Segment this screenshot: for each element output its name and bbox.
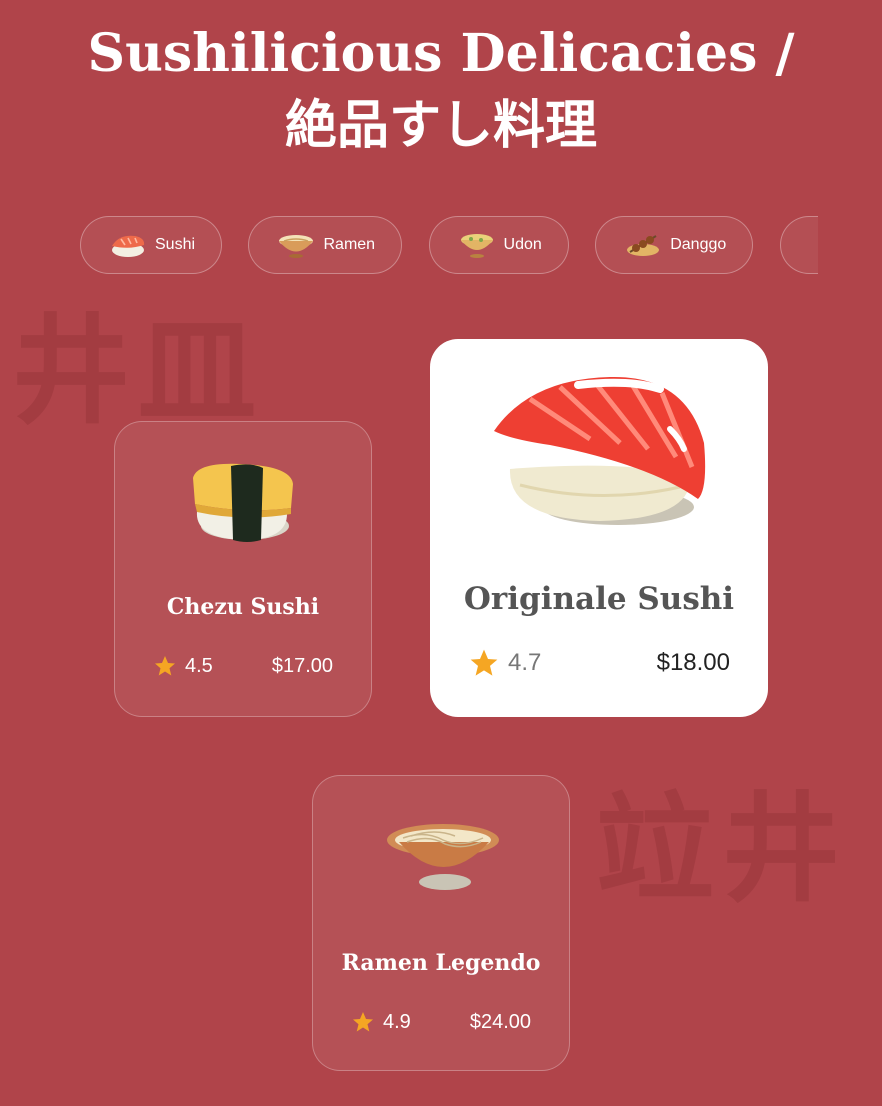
rating-value: 4.7 — [508, 649, 542, 676]
category-chip-label: Ramen — [323, 236, 376, 253]
menu-card-chezu-sushi[interactable]: Chezu Sushi 4.5 $17.00 — [114, 421, 372, 717]
item-meta-row: 4.5 $17.00 — [115, 654, 371, 678]
tamago-sushi-icon — [193, 463, 293, 542]
rating-value: 4.9 — [383, 1010, 411, 1033]
item-name: Originale Sushi — [463, 581, 735, 617]
star-icon — [353, 1012, 373, 1032]
ramen-bowl-icon — [279, 235, 314, 258]
sushi-icon — [112, 235, 145, 257]
background-kanji-right: 竝井 — [596, 779, 849, 918]
category-chip-udon[interactable]: Udon — [428, 216, 569, 274]
page-title: Sushilicious Delicacies / 絶品すし料理 — [87, 23, 795, 156]
rating: 4.9 — [351, 1010, 411, 1034]
rating: 4.5 — [153, 654, 213, 678]
category-chip-label: Sushi — [155, 236, 196, 253]
background-kanji-left: 井皿 — [12, 301, 265, 440]
star-icon — [470, 649, 498, 676]
item-name: Chezu Sushi — [166, 594, 320, 620]
star-icon — [155, 656, 175, 676]
category-chip-danggo[interactable]: Danggo — [595, 216, 754, 274]
category-chip-label: Danggo — [670, 236, 727, 253]
item-price: $18.00 — [656, 649, 730, 676]
item-meta-row: 4.9 $24.00 — [313, 1010, 569, 1034]
rating-value: 4.5 — [185, 654, 213, 677]
udon-bowl-icon — [460, 234, 493, 258]
ramen-noodle-icon — [387, 824, 499, 890]
item-meta-row: 4.7 $18.00 — [430, 647, 768, 679]
category-chip-partial[interactable] — [779, 216, 818, 274]
category-chip-sushi[interactable]: Sushi — [80, 216, 223, 274]
menu-card-ramen-legendo[interactable]: Ramen Legendo 4.9 $24.00 — [312, 775, 570, 1071]
category-chip-ramen[interactable]: Ramen — [248, 216, 403, 274]
item-name: Ramen Legendo — [341, 950, 541, 976]
rating: 4.7 — [468, 647, 541, 679]
category-chip-label: Udon — [503, 236, 542, 253]
menu-card-originale-sushi[interactable]: Originale Sushi 4.7 $18.00 — [430, 339, 768, 717]
dango-icon — [627, 235, 660, 256]
category-chip-row[interactable]: Sushi Ramen Udon Danggo — [80, 216, 818, 274]
item-price: $24.00 — [469, 1010, 531, 1033]
salmon-nigiri-icon — [494, 376, 706, 525]
item-price: $17.00 — [271, 654, 333, 677]
